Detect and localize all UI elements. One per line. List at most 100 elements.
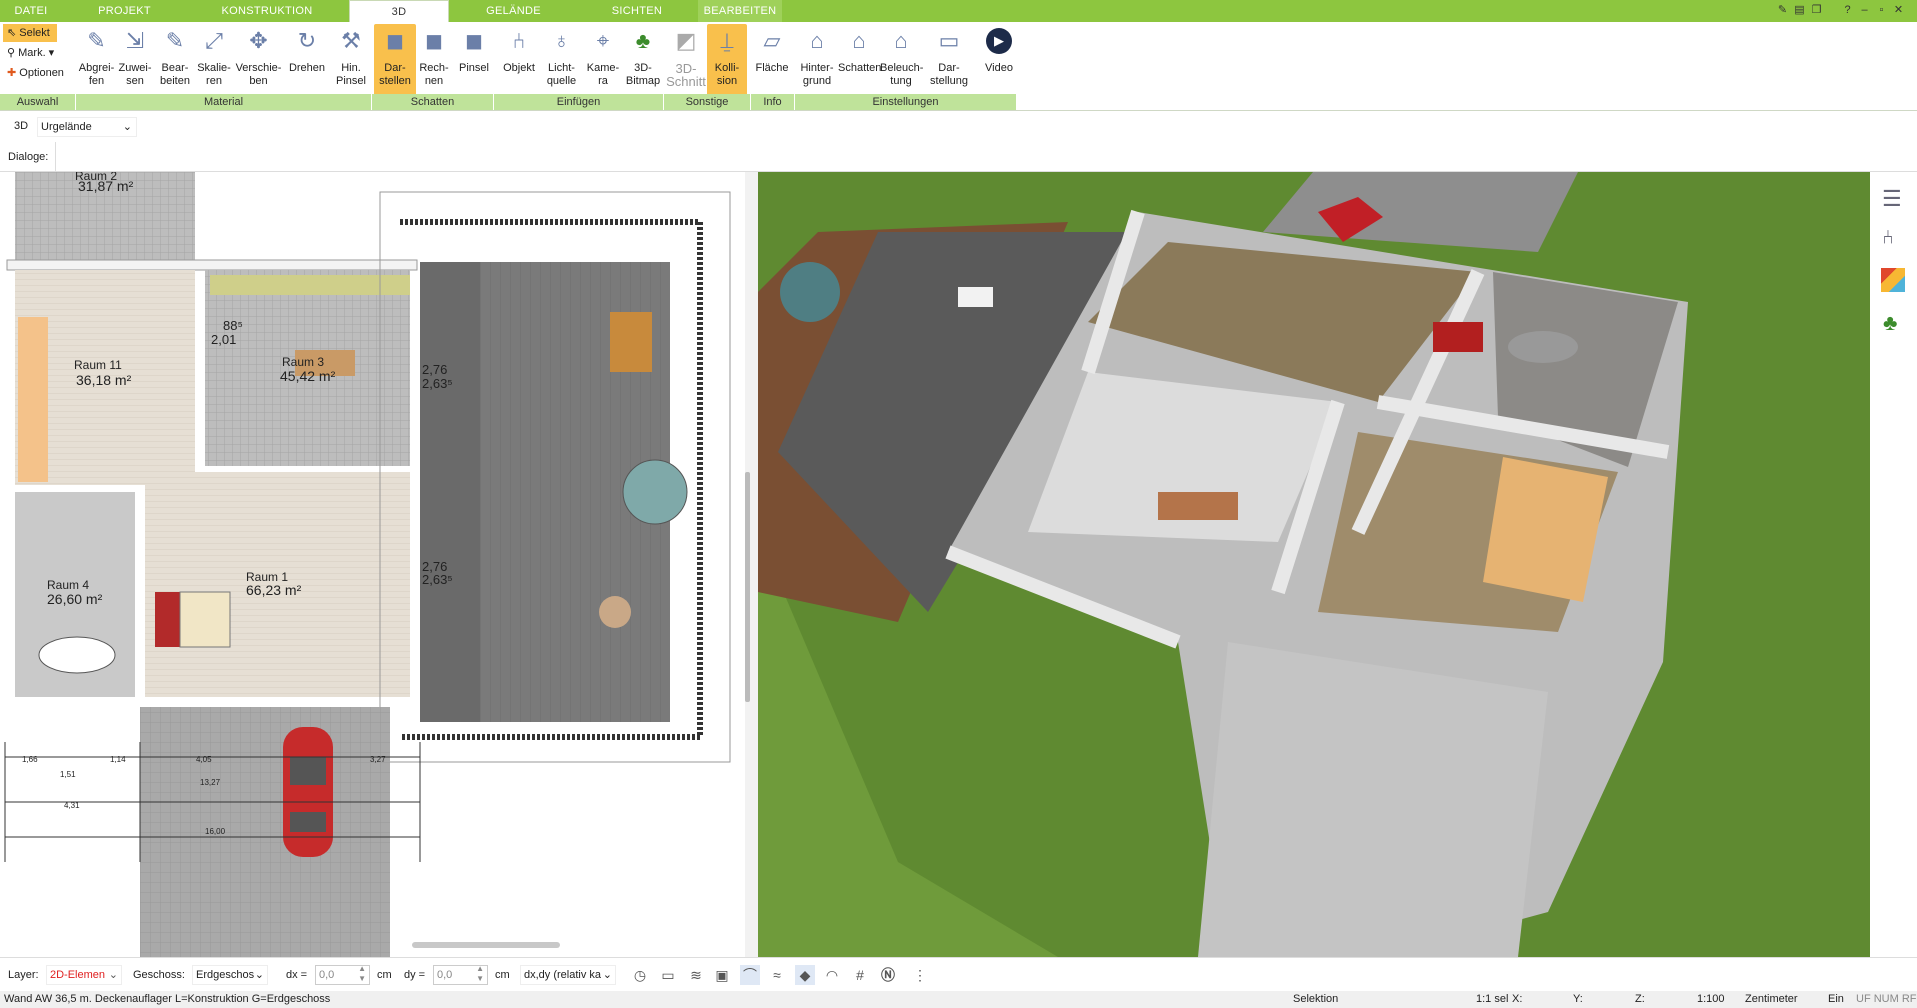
- surface-icon[interactable]: ◠: [822, 965, 842, 985]
- light-house-icon: ⌂: [894, 28, 908, 53]
- floor-plan-2d[interactable]: Raum 2 31,87 m² Raum 11 36,18 m² Raum 3 …: [0, 172, 745, 957]
- right-sidebar: ☰ ⑃ ♣: [1870, 172, 1917, 957]
- status-scale: 1:100: [1697, 993, 1725, 1005]
- fill-icon[interactable]: ▣: [712, 965, 732, 985]
- tab-konstruktion[interactable]: KONSTRUKTION: [187, 0, 347, 22]
- windows-icon[interactable]: ❐: [1809, 3, 1824, 18]
- plant-icon[interactable]: ♣: [1883, 310, 1897, 336]
- ribbon-button-label: Licht- quelle: [546, 62, 577, 87]
- wall-icon[interactable]: ⌒: [740, 965, 760, 985]
- close-icon[interactable]: ✕: [1891, 3, 1906, 18]
- edit-material-button[interactable]: ✎ Bear- beiten: [155, 24, 195, 96]
- restore-icon[interactable]: ▫: [1874, 3, 1889, 18]
- clock-icon[interactable]: ◷: [630, 965, 650, 985]
- rotate-button[interactable]: ↻ Drehen: [284, 24, 330, 96]
- materials-icon[interactable]: [1881, 268, 1905, 292]
- dy-input[interactable]: 0,0 ▲ ▼: [433, 964, 488, 985]
- terrain-select[interactable]: Urgelände ⌄: [37, 117, 137, 137]
- view-toolbar: 3D Urgelände ⌄: [0, 112, 1917, 142]
- assign-button[interactable]: ⇲ Zuwei- sen: [115, 24, 155, 96]
- cube-brush-button[interactable]: ◼ Pinsel: [454, 24, 494, 96]
- grid-icon[interactable]: #: [850, 965, 870, 985]
- brush-icon: ⚒: [341, 28, 361, 53]
- pen-icon[interactable]: ✎: [1775, 3, 1790, 18]
- tree-button[interactable]: ♣ 3D- Bitmap: [623, 24, 663, 96]
- layer-select-value: 2D-Elemen: [50, 969, 106, 981]
- horizontal-scrollbar[interactable]: [412, 942, 560, 948]
- shadow-house-button[interactable]: ⌂ Schatten: [838, 24, 881, 96]
- status-ein: Ein: [1828, 993, 1844, 1005]
- stepper-icon[interactable]: ▲ ▼: [358, 964, 366, 984]
- area-button[interactable]: ▱ Fläche: [749, 24, 795, 96]
- geschoss-select[interactable]: Erdgeschos ⌄: [192, 965, 268, 985]
- tab-3d[interactable]: 3D: [349, 0, 449, 22]
- scale-button[interactable]: ⤢ Skalie- ren: [195, 24, 233, 96]
- vertical-scrollbar[interactable]: [745, 472, 750, 702]
- brush-button[interactable]: ⚒ Hin. Pinsel: [330, 24, 372, 96]
- bulb-button[interactable]: ♁ Licht- quelle: [540, 24, 583, 96]
- ribbon-button-label: Objekt: [503, 62, 535, 74]
- play-icon: ▶: [986, 28, 1012, 54]
- plus-icon: ✚: [7, 67, 17, 79]
- room-name: Raum 11: [74, 358, 122, 372]
- layers-icon[interactable]: ≋: [686, 965, 706, 985]
- dimension-label: 88⁵: [223, 318, 243, 333]
- move-button[interactable]: ✥ Verschie- ben: [233, 24, 284, 96]
- stepper-icon[interactable]: ▲ ▼: [476, 964, 484, 984]
- plane-icon[interactable]: ◆: [795, 965, 815, 985]
- background-button[interactable]: ⌂ Hinter- grund: [796, 24, 838, 96]
- more-icon[interactable]: ⋮: [910, 965, 930, 985]
- cut-button[interactable]: ◩ 3D- Schnitt: [666, 24, 706, 96]
- cube-display-button[interactable]: ◼ Dar- stellen: [374, 24, 416, 96]
- chair-catalog-icon[interactable]: ⑃: [1882, 227, 1894, 250]
- view-splitter[interactable]: [745, 172, 758, 957]
- mark-button[interactable]: ⚲ Mark. ▾: [3, 44, 69, 62]
- help-icon[interactable]: ?: [1840, 3, 1855, 18]
- ribbon-button-label: Pinsel: [459, 62, 489, 74]
- room-area: 31,87 m²: [78, 178, 134, 194]
- tab-gelaende[interactable]: GELÄNDE: [451, 0, 576, 22]
- minimize-icon[interactable]: –: [1857, 3, 1872, 18]
- tab-sichten[interactable]: SICHTEN: [576, 0, 698, 22]
- status-x: X:: [1512, 993, 1523, 1005]
- room-name: Raum 4: [47, 578, 90, 592]
- chevron-down-icon: ⌄: [254, 969, 264, 981]
- 3d-view[interactable]: [758, 172, 1870, 957]
- camera-button[interactable]: ⌖ Kame- ra: [583, 24, 623, 96]
- play-button[interactable]: ▶ Video: [980, 24, 1018, 96]
- layout-icon[interactable]: ▤: [1792, 3, 1807, 18]
- optionen-button[interactable]: ✚ Optionen: [3, 64, 73, 82]
- tab-bearbeiten[interactable]: BEARBEITEN: [698, 0, 782, 22]
- cube-calc-button[interactable]: ◼ Rech- nen: [414, 24, 454, 96]
- floor-plan-drawing: [4, 172, 731, 957]
- screen-icon[interactable]: ▭: [658, 965, 678, 985]
- multi-wall-icon[interactable]: ≈: [767, 965, 787, 985]
- tab-datei[interactable]: DATEI: [0, 0, 62, 22]
- layer-select[interactable]: 2D-Elemen ⌄: [46, 965, 122, 985]
- eyedropper-icon: ✎: [87, 28, 106, 53]
- snap-n-icon[interactable]: Ⓝ: [878, 965, 898, 985]
- ribbon-button-label: Fläche: [755, 62, 789, 74]
- cube-calc-icon: ◼: [424, 28, 444, 53]
- dx-input[interactable]: 0,0 ▲ ▼: [315, 964, 370, 985]
- rotate-icon: ↻: [297, 28, 317, 53]
- selekt-button[interactable]: ⇖ Selekt: [3, 24, 57, 42]
- monitor-button[interactable]: ▭ Dar- stellung: [922, 24, 976, 96]
- ribbon-button-label: Verschie- ben: [235, 62, 282, 87]
- dimension-label: 2,63⁵: [422, 376, 453, 391]
- tab-projekt[interactable]: PROJEKT: [62, 0, 187, 22]
- dimension-label: 2,01: [211, 332, 237, 347]
- chair-button[interactable]: ⑃ Objekt: [498, 24, 540, 96]
- ribbon-button-label: Video: [985, 62, 1013, 74]
- dimension-label: 3,27: [370, 755, 386, 764]
- terrain-select-value: Urgelände: [41, 121, 92, 133]
- coordinate-mode-select[interactable]: dx,dy (relativ ka ⌄: [520, 965, 616, 985]
- dx-unit: cm: [377, 969, 392, 981]
- ribbon-button-label: Bear- beiten: [160, 62, 190, 87]
- ribbon: ⇖ Selekt ⚲ Mark. ▾ ✚ Optionen ✎ Abgrei- f…: [0, 22, 1917, 111]
- light-house-button[interactable]: ⌂ Beleuch- tung: [880, 24, 923, 96]
- background-icon: ⌂: [810, 28, 824, 53]
- layers-stack-icon[interactable]: ☰: [1882, 186, 1902, 212]
- collision-button[interactable]: ⍊ Kolli- sion: [707, 24, 747, 96]
- eyedropper-button[interactable]: ✎ Abgrei- fen: [78, 24, 115, 96]
